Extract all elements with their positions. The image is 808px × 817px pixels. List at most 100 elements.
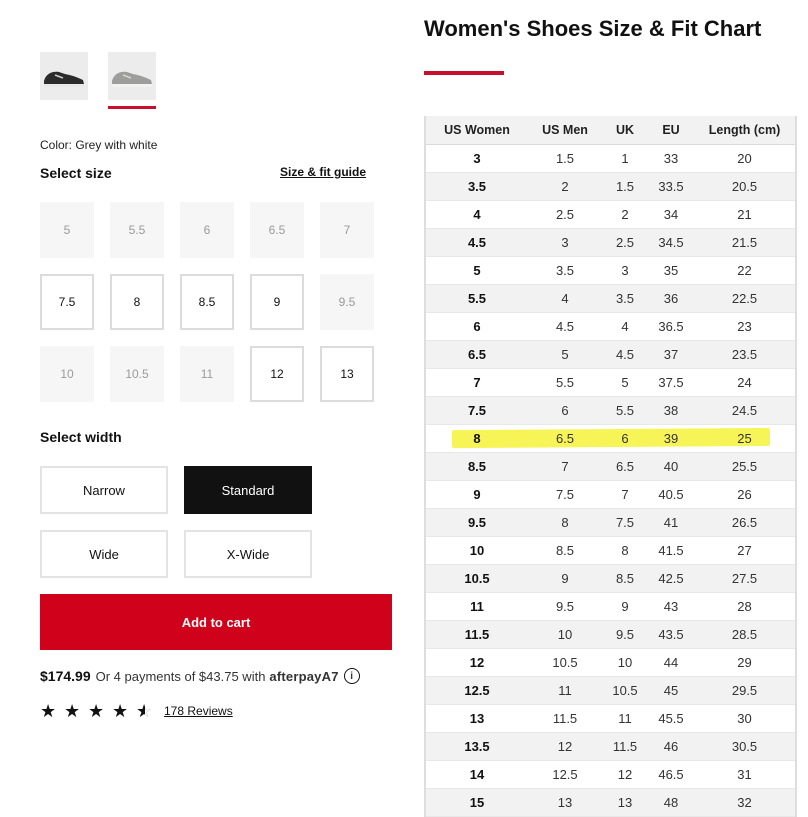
table-cell: 13 bbox=[602, 788, 648, 817]
table-cell: 3 bbox=[602, 256, 648, 285]
table-cell: 48 bbox=[648, 788, 694, 817]
table-cell: 11 bbox=[425, 592, 528, 621]
star-full-icon: ★ bbox=[64, 701, 81, 721]
table-cell: 41.5 bbox=[648, 536, 694, 565]
table-cell: 22.5 bbox=[694, 284, 796, 313]
table-cell: 32 bbox=[694, 788, 796, 817]
table-cell: 5.5 bbox=[602, 396, 648, 425]
size-option-7: 7 bbox=[320, 202, 374, 258]
size-option-9[interactable]: 9 bbox=[250, 274, 304, 330]
table-row: 9 7.5 7 40.5 26 bbox=[425, 480, 796, 509]
table-cell: 29 bbox=[694, 648, 796, 677]
info-icon[interactable]: i bbox=[343, 668, 360, 684]
table-cell: 5.5 bbox=[425, 284, 528, 313]
width-option-x-wide[interactable]: X-Wide bbox=[184, 530, 312, 578]
table-cell: 7 bbox=[528, 452, 602, 481]
table-cell: 9.5 bbox=[528, 592, 602, 621]
table-cell: 11.5 bbox=[425, 620, 528, 649]
reviews-link[interactable]: 178 Reviews bbox=[164, 704, 233, 718]
rating-row: ★ ★ ★ ★ ☆ ★ 178 Reviews bbox=[40, 702, 233, 720]
table-row: 10.5 9 8.5 42.5 27.5 bbox=[425, 564, 796, 593]
table-cell: 4 bbox=[602, 312, 648, 341]
size-option-10: 10 bbox=[40, 346, 94, 402]
table-cell: 4.5 bbox=[425, 228, 528, 257]
header-length: Length (cm) bbox=[694, 116, 796, 145]
table-cell: 6.5 bbox=[528, 424, 602, 453]
size-option-13[interactable]: 13 bbox=[320, 346, 374, 402]
size-fit-guide-link[interactable]: Size & fit guide bbox=[280, 165, 366, 179]
table-cell: 33 bbox=[648, 144, 694, 173]
table-cell: 24.5 bbox=[694, 396, 796, 425]
table-cell: 38 bbox=[648, 396, 694, 425]
table-header-row: US Women US Men UK EU Length (cm) bbox=[425, 116, 796, 145]
size-grid: 5 5.5 6 6.5 7 7.5 8 8.5 9 9.5 10 10.5 11 12 13 bbox=[40, 202, 376, 402]
table-row: 3 1.5 1 33 20 bbox=[425, 144, 796, 173]
width-option-narrow[interactable]: Narrow bbox=[40, 466, 168, 514]
table-cell: 4.5 bbox=[602, 340, 648, 369]
price-row: $174.99 Or 4 payments of $43.75 with aft… bbox=[40, 668, 360, 684]
width-option-standard[interactable]: Standard bbox=[184, 466, 312, 514]
size-fit-table: US Women US Men UK EU Length (cm) 3 1.5 1 3… bbox=[424, 116, 797, 817]
table-cell: 9 bbox=[528, 564, 602, 593]
table-row: 13 11.5 11 45.5 30 bbox=[425, 704, 796, 733]
table-cell: 27.5 bbox=[694, 564, 796, 593]
table-cell: 1 bbox=[602, 144, 648, 173]
table-cell: 24 bbox=[694, 368, 796, 397]
size-option-12[interactable]: 12 bbox=[250, 346, 304, 402]
table-cell: 44 bbox=[648, 648, 694, 677]
header-uk: UK bbox=[602, 116, 648, 145]
table-cell: 2.5 bbox=[528, 200, 602, 229]
table-cell: 36.5 bbox=[648, 312, 694, 341]
table-cell: 12 bbox=[425, 648, 528, 677]
size-option-8[interactable]: 8 bbox=[110, 274, 164, 330]
table-cell: 46 bbox=[648, 732, 694, 761]
table-row: 4 2.5 2 34 21 bbox=[425, 200, 796, 229]
table-cell: 40 bbox=[648, 452, 694, 481]
table-row: 10 8.5 8 41.5 27 bbox=[425, 536, 796, 565]
table-row: 5.5 4 3.5 36 22.5 bbox=[425, 284, 796, 313]
table-cell: 9.5 bbox=[602, 620, 648, 649]
table-cell: 30.5 bbox=[694, 732, 796, 761]
star-full-icon: ★ bbox=[40, 701, 57, 721]
table-cell: 39 bbox=[648, 424, 694, 453]
table-cell: 27 bbox=[694, 536, 796, 565]
add-to-cart-button[interactable]: Add to cart bbox=[40, 594, 392, 650]
table-cell: 1.5 bbox=[602, 172, 648, 201]
star-half-icon: ☆ ★ bbox=[136, 701, 153, 721]
table-row: 7 5.5 5 37.5 24 bbox=[425, 368, 796, 397]
table-cell: 3.5 bbox=[528, 256, 602, 285]
table-row: 4.5 3 2.5 34.5 21.5 bbox=[425, 228, 796, 257]
shoe-icon bbox=[112, 71, 152, 87]
table-cell: 9 bbox=[602, 592, 648, 621]
size-option-10-5: 10.5 bbox=[110, 346, 164, 402]
table-cell: 36 bbox=[648, 284, 694, 313]
table-cell: 7.5 bbox=[528, 480, 602, 509]
width-option-wide[interactable]: Wide bbox=[40, 530, 168, 578]
table-cell: 14 bbox=[425, 760, 528, 789]
table-row: 15 13 13 48 32 bbox=[425, 788, 796, 817]
black-shoe-thumbnail[interactable] bbox=[40, 52, 88, 100]
table-row: 8 6.5 6 39 25 bbox=[425, 424, 796, 453]
table-cell: 37 bbox=[648, 340, 694, 369]
table-row: 11 9.5 9 43 28 bbox=[425, 592, 796, 621]
shoe-icon bbox=[44, 71, 84, 87]
star-full-icon: ★ bbox=[88, 701, 105, 721]
table-cell: 25.5 bbox=[694, 452, 796, 481]
table-cell: 29.5 bbox=[694, 676, 796, 705]
table-row: 12.5 11 10.5 45 29.5 bbox=[425, 676, 796, 705]
table-cell: 10 bbox=[425, 536, 528, 565]
grey-shoe-thumbnail[interactable] bbox=[108, 52, 156, 100]
table-cell: 10 bbox=[528, 620, 602, 649]
table-cell: 21.5 bbox=[694, 228, 796, 257]
table-cell: 11 bbox=[602, 704, 648, 733]
table-cell: 7 bbox=[425, 368, 528, 397]
table-cell: 10 bbox=[602, 648, 648, 677]
table-cell: 7.5 bbox=[602, 508, 648, 537]
table-cell: 8.5 bbox=[528, 536, 602, 565]
size-option-8-5[interactable]: 8.5 bbox=[180, 274, 234, 330]
size-option-7-5[interactable]: 7.5 bbox=[40, 274, 94, 330]
table-cell: 7.5 bbox=[425, 396, 528, 425]
table-row: 3.5 2 1.5 33.5 20.5 bbox=[425, 172, 796, 201]
table-cell: 21 bbox=[694, 200, 796, 229]
table-cell: 7 bbox=[602, 480, 648, 509]
